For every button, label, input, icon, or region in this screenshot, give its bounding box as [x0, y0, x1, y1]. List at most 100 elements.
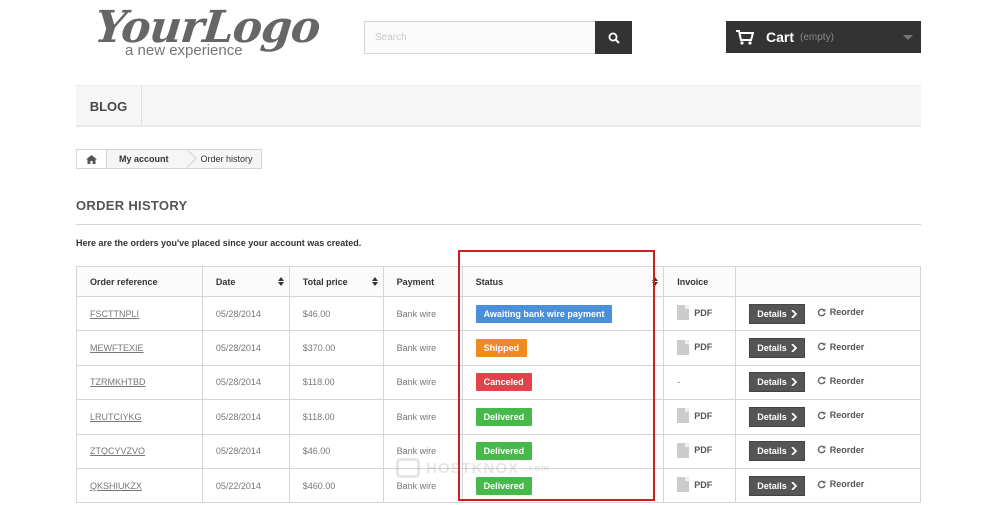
invoice-pdf-link[interactable]: PDF: [677, 477, 712, 493]
reorder-link[interactable]: Reorder: [817, 479, 864, 489]
invoice-cell: PDF: [663, 295, 737, 332]
order-reference-cell: MEWFTEXIE: [76, 330, 203, 366]
chevron-right-icon: [791, 344, 797, 353]
reorder-link[interactable]: Reorder: [817, 341, 865, 352]
order-reference-link[interactable]: TZRMKHTBD: [90, 377, 146, 387]
payment-cell: Bank wire: [382, 295, 463, 332]
column-invoice: Invoice: [663, 266, 737, 297]
details-button[interactable]: Details: [749, 406, 805, 427]
date-cell: 05/28/2014: [201, 399, 290, 435]
sort-icon[interactable]: [371, 277, 378, 287]
search-button[interactable]: [595, 21, 632, 54]
payment-cell: Bank wire: [382, 364, 463, 401]
order-reference-cell: TZRMKHTBD: [76, 364, 203, 401]
reorder-label: Reorder: [829, 410, 865, 421]
refresh-icon: [817, 445, 826, 454]
price-cell: $460.00: [288, 467, 384, 504]
breadcrumb-my-account[interactable]: My account: [107, 154, 181, 164]
reorder-label: Reorder: [829, 341, 865, 352]
date-cell: 05/22/2014: [201, 467, 290, 504]
details-button[interactable]: Details: [749, 475, 805, 496]
details-button[interactable]: Details: [749, 372, 805, 393]
reorder-label: Reorder: [829, 307, 865, 318]
reorder-link[interactable]: Reorder: [817, 444, 865, 455]
column-status[interactable]: Status: [461, 266, 665, 297]
sort-icon[interactable]: [652, 277, 659, 287]
site-logo[interactable]: YourLogo a new experience: [92, 2, 322, 62]
invoice-cell: -: [663, 364, 737, 401]
invoice-pdf-link[interactable]: PDF: [677, 442, 713, 458]
invoice-label: PDF: [694, 445, 713, 456]
invoice-cell: PDF: [663, 467, 737, 504]
order-reference-link[interactable]: FSCTTNPLI: [90, 309, 139, 319]
file-icon: [677, 442, 690, 458]
status-cell: Canceled: [461, 364, 665, 401]
order-reference-link[interactable]: LRUTCIYKG: [90, 412, 142, 422]
breadcrumb-separator: [181, 150, 191, 168]
chevron-right-icon: [791, 481, 797, 490]
sort-icon[interactable]: [277, 277, 284, 287]
reorder-link[interactable]: Reorder: [817, 376, 864, 386]
status-badge: Shipped: [475, 339, 528, 358]
payment-cell: Bank wire: [382, 399, 463, 435]
column-total-price[interactable]: Total price: [288, 266, 384, 297]
status-cell: Delivered: [461, 399, 665, 435]
invoice-label: PDF: [694, 410, 713, 421]
date-cell: 05/28/2014: [201, 330, 290, 366]
table-header-row: Order reference Date Total price Payment…: [76, 266, 921, 297]
main-menu: BLOG: [76, 85, 921, 127]
invoice-label: PDF: [694, 307, 713, 318]
invoice-pdf-link[interactable]: PDF: [677, 408, 713, 424]
order-reference-cell: ZTQCYVZVO: [76, 433, 203, 469]
watermark-text: HOSTKNOX: [426, 459, 520, 477]
order-reference-link[interactable]: ZTQCYVZVO: [90, 446, 145, 456]
column-date[interactable]: Date: [201, 266, 290, 297]
chevron-right-icon: [791, 412, 797, 421]
refresh-icon: [817, 377, 826, 385]
details-button[interactable]: Details: [749, 303, 805, 324]
invoice-label: PDF: [694, 342, 713, 353]
price-cell: $370.00: [288, 330, 384, 366]
status-badge: Canceled: [475, 373, 532, 392]
file-icon: [677, 477, 690, 493]
details-label: Details: [757, 480, 787, 491]
reorder-link[interactable]: Reorder: [817, 410, 865, 421]
details-label: Details: [757, 308, 787, 319]
order-reference-link[interactable]: QKSHIUKZX: [90, 481, 142, 491]
breadcrumb: My account Order history: [76, 149, 262, 169]
details-label: Details: [757, 377, 787, 388]
watermark-logo-icon: [396, 458, 420, 478]
refresh-icon: [817, 480, 826, 489]
table-row: MEWFTEXIE 05/28/2014 $370.00 Bank wire Shipp…: [76, 330, 921, 366]
invoice-pdf-link[interactable]: PDF: [677, 339, 713, 355]
details-button[interactable]: Details: [749, 338, 805, 359]
status-badge: Awaiting bank wire payment: [475, 304, 613, 323]
price-cell: $118.00: [288, 399, 384, 435]
reorder-link[interactable]: Reorder: [817, 307, 865, 318]
invoice-none: -: [677, 377, 681, 388]
reorder-label: Reorder: [829, 444, 865, 455]
search-input[interactable]: [365, 22, 596, 53]
actions-cell: Details Reorder: [735, 467, 921, 504]
file-icon: [677, 305, 690, 321]
refresh-icon: [817, 308, 826, 317]
cart-button[interactable]: Cart (empty): [726, 21, 921, 53]
order-reference-cell: FSCTTNPLI: [76, 295, 203, 332]
refresh-icon: [817, 342, 826, 351]
invoice-pdf-link[interactable]: PDF: [677, 305, 713, 321]
order-reference-cell: QKSHIUKZX: [76, 467, 203, 504]
actions-cell: Details Reorder: [735, 433, 921, 469]
order-reference-link[interactable]: MEWFTEXIE: [90, 343, 144, 353]
page-title: ORDER HISTORY: [76, 198, 188, 213]
actions-cell: Details Reorder: [735, 399, 921, 435]
actions-cell: Details Reorder: [735, 330, 921, 366]
column-label: Invoice: [677, 276, 709, 287]
breadcrumb-home[interactable]: [77, 150, 107, 168]
column-label: Total price: [302, 276, 348, 287]
cart-label: Cart: [766, 29, 795, 45]
details-button[interactable]: Details: [749, 441, 805, 462]
search-bar: [364, 21, 632, 54]
column-order-reference[interactable]: Order reference: [76, 266, 203, 297]
status-cell: Awaiting bank wire payment: [461, 295, 665, 332]
menu-item-blog[interactable]: BLOG: [76, 86, 142, 126]
